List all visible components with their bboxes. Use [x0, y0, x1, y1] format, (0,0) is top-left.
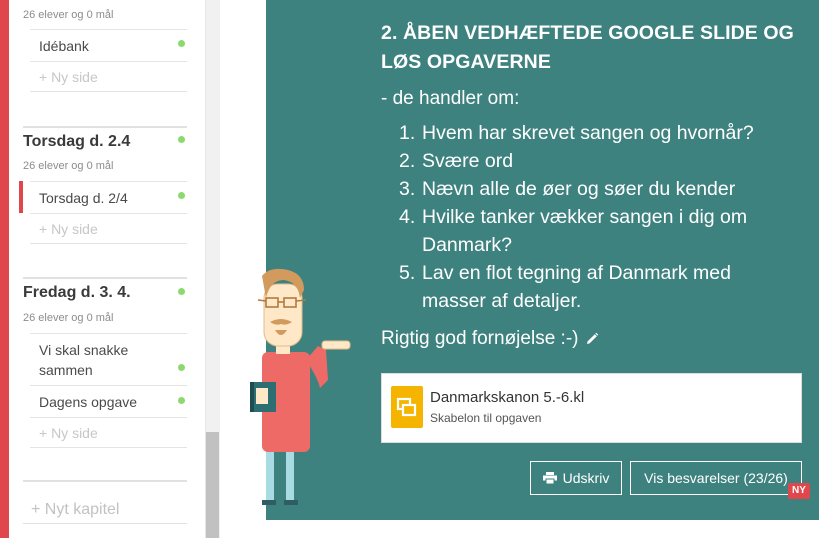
add-page-button[interactable]: + Ny side: [30, 213, 187, 244]
task-number: 2.: [399, 150, 416, 172]
status-dot: [178, 397, 185, 404]
attachment-name: Danmarkskanon 5.-6.kl: [430, 389, 585, 406]
scrollbar-thumb[interactable]: [206, 432, 219, 538]
status-dot: [178, 288, 185, 295]
assignment-subtitle: - de handler om:: [381, 88, 520, 109]
task-text: Lav en flot tegning af Danmark med masse…: [422, 262, 731, 312]
print-button[interactable]: Udskriv: [530, 461, 622, 495]
sidebar-item-label: Dagens opgave: [39, 393, 138, 410]
day-meta: 26 elever og 0 mål: [23, 160, 114, 172]
active-item-marker: [19, 181, 23, 213]
task-list: 1. Hvem har skrevet sangen og hvornår? 2.…: [399, 119, 799, 315]
sidebar-item-torsdag[interactable]: Torsdag d. 2/4: [30, 181, 187, 213]
day-meta: 26 elever og 0 mål: [23, 312, 114, 324]
sidebar-item-idebank[interactable]: Idébank: [30, 29, 187, 61]
attachment-card[interactable]: Danmarkskanon 5.-6.kl Skabelon til opgav…: [381, 373, 802, 443]
sidebar-item-label: Idébank: [39, 37, 89, 54]
sidebar-item-vi-skal-snakke[interactable]: Vi skal snakke sammen: [30, 333, 187, 385]
task-item: 2. Svære ord: [399, 147, 799, 175]
day-title: Fredag d. 3. 4.: [23, 284, 131, 301]
status-dot: [178, 40, 185, 47]
status-dot: [178, 364, 185, 371]
teacher-illustration: [250, 268, 351, 505]
print-label: Udskriv: [562, 470, 610, 486]
add-page-button[interactable]: + Ny side: [30, 417, 187, 448]
task-item: 5. Lav en flot tegning af Danmark med mas…: [399, 259, 799, 315]
attachment-description: Skabelon til opgaven: [430, 411, 542, 425]
assignment-title: 2. ÅBEN VEDHÆFTEDE GOOGLE SLIDE OG LØS O…: [381, 22, 794, 73]
day-header-thursday[interactable]: Torsdag d. 2.4: [23, 126, 187, 156]
task-text: Nævn alle de øer og søer du kender: [422, 178, 736, 200]
add-page-label: + Ny side: [39, 68, 98, 85]
task-item: 4. Hvilke tanker vækker sangen i dig om D…: [399, 203, 799, 259]
task-text: Svære ord: [422, 150, 514, 172]
add-page-label: + Ny side: [39, 220, 98, 237]
day-title: Torsdag d. 2.4: [23, 133, 131, 150]
task-number: 3.: [399, 178, 416, 200]
sidebar-item-dagens-opgave[interactable]: Dagens opgave: [30, 385, 187, 417]
task-text: Hvem har skrevet sangen og hvornår?: [422, 122, 754, 144]
new-badge: NY: [788, 483, 810, 499]
task-text: Hvilke tanker vækker sangen i dig om Dan…: [422, 206, 748, 256]
task-number: 1.: [399, 122, 416, 144]
pencil-icon[interactable]: [585, 332, 599, 346]
status-dot: [178, 192, 185, 199]
task-number: 5.: [399, 262, 416, 284]
task-number: 4.: [399, 206, 416, 228]
closing-text: Rigtig god fornøjelse :-): [381, 328, 579, 349]
sidebar-item-label: Torsdag d. 2/4: [39, 189, 128, 206]
show-answers-button[interactable]: Vis besvarelser (23/26): [630, 461, 802, 495]
day-header-friday[interactable]: Fredag d. 3. 4.: [23, 277, 187, 307]
add-page-label: + Ny side: [39, 424, 98, 441]
closing-line: Rigtig god fornøjelse :-): [381, 328, 599, 350]
add-chapter-label: + Nyt kapitel: [31, 501, 120, 518]
add-page-button[interactable]: + Ny side: [30, 61, 187, 92]
status-dot: [178, 136, 185, 143]
add-chapter-button[interactable]: + Nyt kapitel: [23, 480, 187, 524]
chapter-meta: 26 elever og 0 mål: [23, 9, 114, 21]
task-item: 1. Hvem har skrevet sangen og hvornår?: [399, 119, 799, 147]
sidebar-item-label: Vi skal snakke sammen: [39, 341, 129, 378]
sidebar-accent-bar: [0, 0, 9, 538]
printer-icon: [542, 472, 557, 484]
google-slides-icon: [391, 386, 423, 428]
task-item: 3. Nævn alle de øer og søer du kender: [399, 175, 799, 203]
show-answers-label: Vis besvarelser (23/26): [644, 470, 788, 486]
